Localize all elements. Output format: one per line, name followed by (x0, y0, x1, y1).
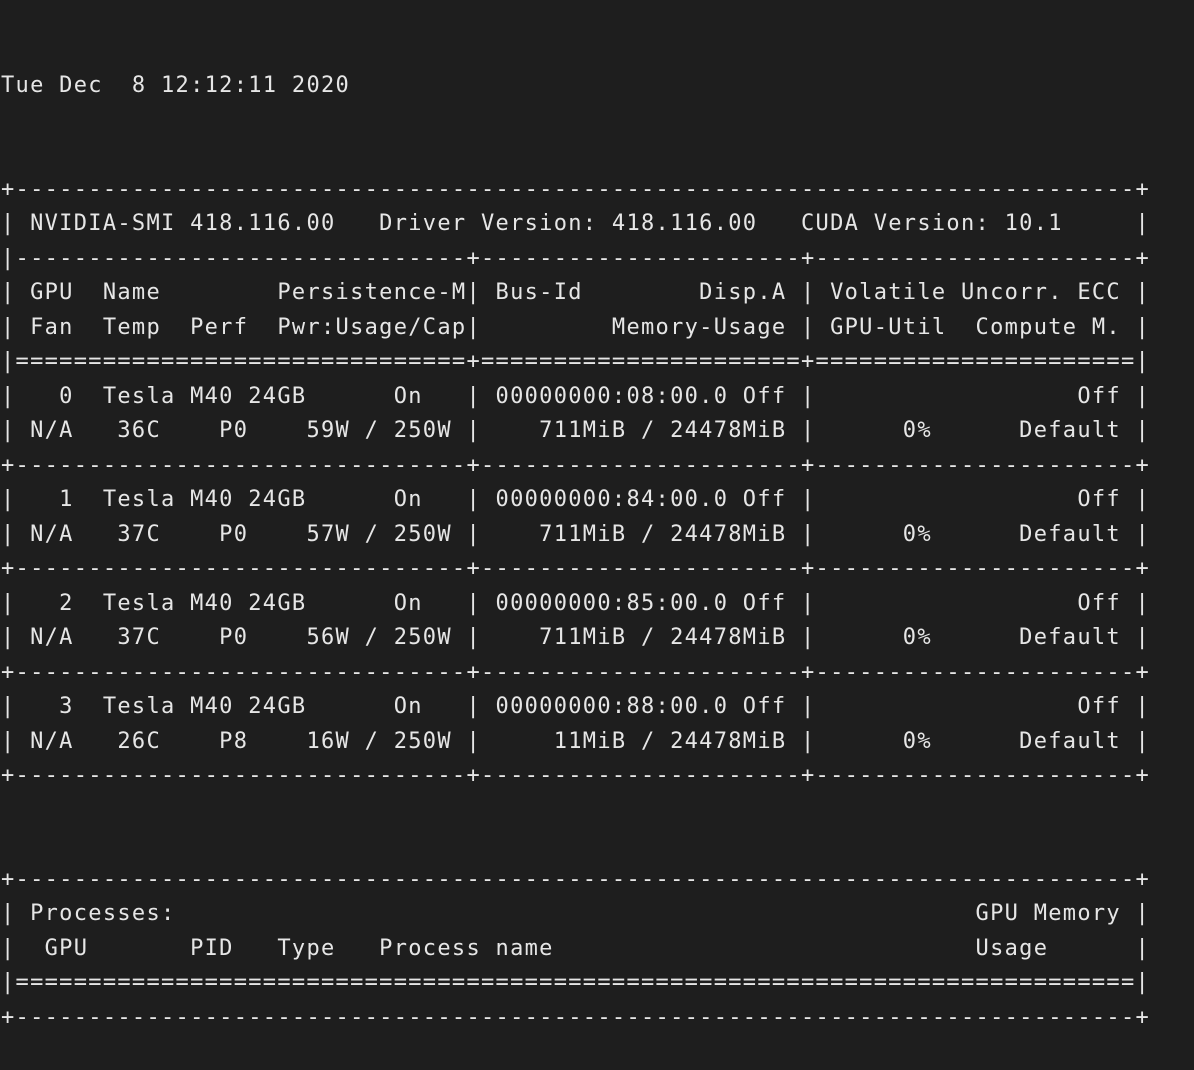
output-line: +---------------------------------------… (1, 1004, 1151, 1030)
terminal-window[interactable]: Tue Dec 8 12:12:11 2020 +---------------… (0, 0, 1194, 1030)
output-line: | 0 Tesla M40 24GB On | 00000000:08:00.0… (1, 383, 1151, 409)
output-line: +-------------------------------+-------… (1, 452, 1151, 478)
output-line: +---------------------------------------… (1, 866, 1151, 892)
output-line: | GPU PID Type Process name Usage | (1, 935, 1151, 961)
output-line: |===============================+=======… (1, 349, 1151, 374)
output-line: |-------------------------------+-------… (1, 245, 1151, 271)
output-line: | GPU Name Persistence-M| Bus-Id Disp.A … (1, 280, 1151, 305)
output-line: | N/A 37C P0 56W / 250W | 711MiB / 24478… (1, 625, 1151, 650)
output-line: | 2 Tesla M40 24GB On | 00000000:85:00.0… (1, 590, 1151, 616)
output-line: | Processes: GPU Memory | (1, 901, 1151, 926)
output-line: +-------------------------------+-------… (1, 659, 1151, 685)
output-line: +---------------------------------------… (1, 176, 1151, 202)
output-line: |=======================================… (1, 970, 1151, 995)
nvidia-smi-output: +---------------------------------------… (1, 173, 1194, 1036)
output-line: | 3 Tesla M40 24GB On | 00000000:88:00.0… (1, 694, 1151, 719)
output-line: +-------------------------------+-------… (1, 556, 1151, 581)
output-line: +-------------------------------+-------… (1, 763, 1151, 788)
timestamp-line: Tue Dec 8 12:12:11 2020 (1, 73, 351, 98)
output-line: | N/A 36C P0 59W / 250W | 711MiB / 24478… (1, 418, 1151, 443)
output-line: | N/A 26C P8 16W / 250W | 11MiB / 24478M… (1, 728, 1151, 754)
output-line: | N/A 37C P0 57W / 250W | 711MiB / 24478… (1, 521, 1151, 547)
output-line: | Fan Temp Perf Pwr:Usage/Cap| Memory-Us… (1, 314, 1151, 340)
output-line: | NVIDIA-SMI 418.116.00 Driver Version: … (1, 211, 1151, 236)
output-line: | 1 Tesla M40 24GB On | 00000000:84:00.0… (1, 487, 1151, 512)
